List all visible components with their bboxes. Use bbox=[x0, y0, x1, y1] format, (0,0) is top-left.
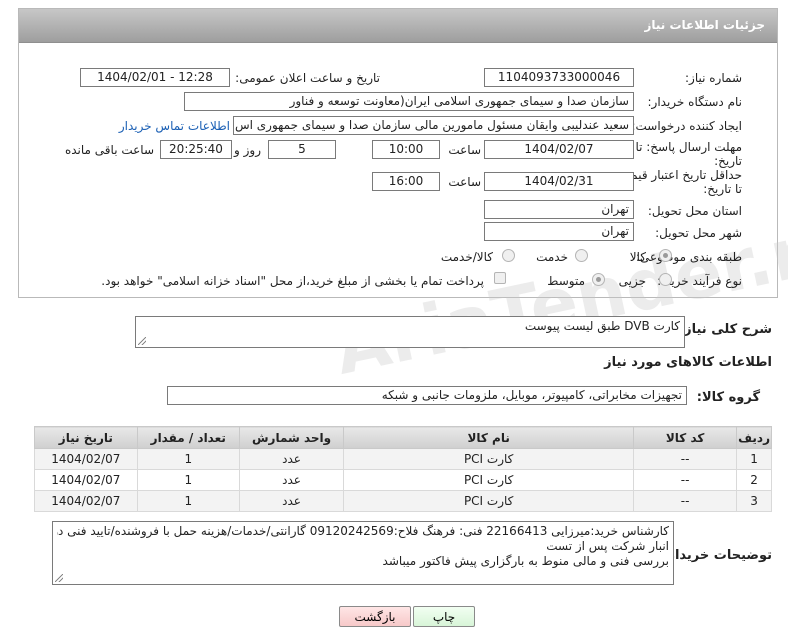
item-name: کارت PCI bbox=[343, 448, 635, 470]
resize-handle-icon[interactable] bbox=[138, 337, 146, 345]
announce-field: 1404/02/01 - 12:28 bbox=[80, 68, 230, 87]
days-field: 5 bbox=[268, 140, 336, 159]
creator-field: سعید عندلیبی وایقان مسئول مامورین مالی س… bbox=[233, 116, 634, 135]
deadline-label: مهلت ارسال پاسخ: تا bbox=[635, 140, 742, 154]
item-unit: عدد bbox=[238, 448, 345, 470]
item-code: -- bbox=[633, 490, 738, 512]
item-qty: 1 bbox=[136, 490, 240, 512]
price-date-field: 1404/02/31 bbox=[484, 172, 634, 191]
treasury-payment-checkbox[interactable] bbox=[494, 272, 506, 284]
back-button[interactable]: بازگشت bbox=[339, 606, 411, 627]
item-code: -- bbox=[633, 448, 738, 470]
col-name-header: نام کالا bbox=[343, 426, 635, 449]
price-validity-label-date: تا تاریخ: bbox=[703, 182, 742, 196]
item-date: 1404/02/07 bbox=[34, 448, 138, 470]
summary-text: کارت DVB طبق لیست پیوست bbox=[524, 319, 680, 333]
process-minor-radio[interactable] bbox=[659, 273, 672, 286]
creator-label: ایجاد کننده درخواست: bbox=[631, 119, 742, 133]
contact-buyer-link[interactable]: اطلاعات تماس خریدار bbox=[119, 119, 230, 133]
category-label: طبقه بندی موضوعی: bbox=[635, 250, 742, 264]
province-label: استان محل تحویل: bbox=[647, 204, 742, 218]
item-unit: عدد bbox=[238, 469, 345, 491]
resize-handle-icon[interactable] bbox=[55, 574, 63, 582]
summary-textarea[interactable]: کارت DVB طبق لیست پیوست bbox=[135, 316, 685, 348]
remaining-time-field: 20:25:40 bbox=[160, 140, 232, 159]
item-name: کارت PCI bbox=[343, 490, 635, 512]
buyer-notes-label: توضیحات خریدار: bbox=[662, 548, 772, 563]
col-row-header: ردیف bbox=[736, 426, 772, 449]
goods-group-label: گروه کالا: bbox=[696, 390, 760, 405]
table-row: 1 -- کارت PCI عدد 1 1404/02/07 bbox=[34, 448, 772, 470]
row-number: 3 bbox=[736, 490, 772, 512]
process-minor-label: جزیی bbox=[618, 274, 646, 288]
col-qty-header: تعداد / مقدار bbox=[136, 426, 240, 449]
city-field: تهران bbox=[484, 222, 634, 241]
category-goods-service-label: کالا/خدمت bbox=[440, 250, 493, 264]
col-date-header: تاریخ نیاز bbox=[34, 426, 138, 449]
announce-label: تاریخ و ساعت اعلان عمومی: bbox=[235, 71, 380, 85]
category-service-label: خدمت bbox=[536, 250, 568, 264]
item-code: -- bbox=[633, 469, 738, 491]
category-service-radio[interactable] bbox=[575, 249, 588, 262]
table-header-row: ردیف کد کالا نام کالا واحد شمارش تعداد /… bbox=[34, 426, 772, 449]
row-number: 2 bbox=[736, 469, 772, 491]
price-validity-label: حداقل تاریخ اعتبار قیمت: bbox=[615, 168, 742, 182]
item-qty: 1 bbox=[136, 469, 240, 491]
item-date: 1404/02/07 bbox=[34, 469, 138, 491]
buyer-notes-line: بررسی فنی و مالی منوط به بارگزاری پیش فا… bbox=[382, 554, 669, 568]
buyer-notes-line: انبار شرکت پس از تست bbox=[546, 539, 669, 553]
table-row: 2 -- کارت PCI عدد 1 1404/02/07 bbox=[34, 469, 772, 491]
category-goods-label: کالا bbox=[629, 250, 646, 264]
need-number-field: 1104093733000046 bbox=[484, 68, 634, 87]
price-time-label: ساعت bbox=[448, 175, 481, 189]
deadline-label-date: تاریخ: bbox=[714, 154, 742, 168]
deadline-time-label: ساعت bbox=[448, 143, 481, 157]
row-number: 1 bbox=[736, 448, 772, 470]
buyer-notes-line: کارشناس خرید:میرزایی 22166413 فنی: فرهنگ… bbox=[57, 524, 669, 538]
item-unit: عدد bbox=[238, 490, 345, 512]
goods-section-title: اطلاعات کالاهای مورد نیاز bbox=[604, 355, 772, 370]
summary-label: شرح کلی نیاز: bbox=[678, 322, 772, 337]
item-qty: 1 bbox=[136, 448, 240, 470]
table-row: 3 -- کارت PCI عدد 1 1404/02/07 bbox=[34, 490, 772, 512]
days-label: روز و bbox=[234, 143, 261, 157]
price-time-field: 16:00 bbox=[372, 172, 440, 191]
buyer-notes-textarea[interactable]: کارشناس خرید:میرزایی 22166413 فنی: فرهنگ… bbox=[52, 521, 674, 585]
process-medium-label: متوسط bbox=[547, 274, 585, 288]
panel-title: جزئیات اطلاعات نیاز bbox=[644, 18, 765, 32]
print-button[interactable]: چاپ bbox=[413, 606, 475, 627]
item-name: کارت PCI bbox=[343, 469, 635, 491]
panel-header: جزئیات اطلاعات نیاز bbox=[19, 9, 777, 43]
process-medium-radio[interactable] bbox=[592, 273, 605, 286]
item-date: 1404/02/07 bbox=[34, 490, 138, 512]
category-goods-service-radio[interactable] bbox=[502, 249, 515, 262]
deadline-date-field: 1404/02/07 bbox=[484, 140, 634, 159]
deadline-time-field: 10:00 bbox=[372, 140, 440, 159]
province-field: تهران bbox=[484, 200, 634, 219]
col-unit-header: واحد شمارش bbox=[238, 426, 345, 449]
buyer-org-label: نام دستگاه خریدار: bbox=[647, 95, 743, 109]
remaining-label: ساعت باقی مانده bbox=[64, 143, 154, 157]
category-goods-radio[interactable] bbox=[659, 249, 672, 262]
city-label: شهر محل تحویل: bbox=[655, 226, 742, 240]
buyer-org-field: سازمان صدا و سیمای جمهوری اسلامی ایران(م… bbox=[184, 92, 634, 111]
col-code-header: کد کالا bbox=[633, 426, 738, 449]
treasury-payment-note: پرداخت تمام یا بخشی از مبلغ خرید،از محل … bbox=[101, 274, 484, 288]
items-table: ردیف کد کالا نام کالا واحد شمارش تعداد /… bbox=[34, 426, 772, 512]
goods-group-field: تجهیزات مخابراتی، کامپیوتر، موبایل، ملزو… bbox=[167, 386, 687, 405]
need-number-label: شماره نیاز: bbox=[685, 71, 742, 85]
